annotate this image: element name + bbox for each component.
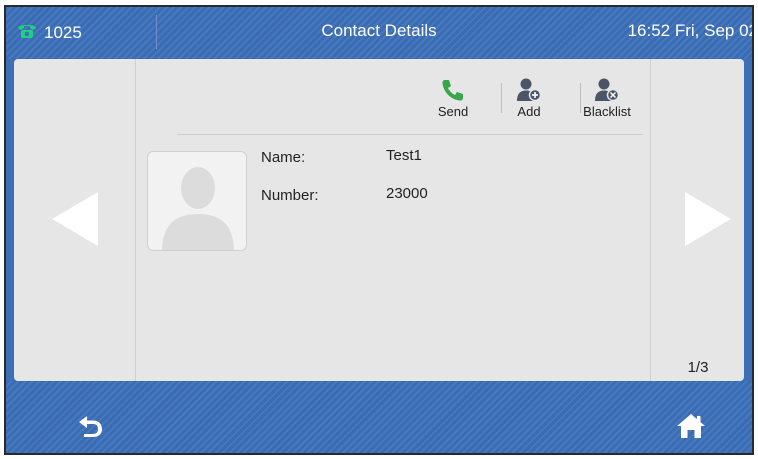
send-button[interactable]: Send xyxy=(421,77,485,119)
status-bar: 1025 Contact Details 16:52 Fri, Sep 02 xyxy=(6,7,752,59)
number-label: Number: xyxy=(261,187,319,204)
right-arrow-icon xyxy=(685,192,731,246)
page-indicator: 1/3 xyxy=(687,359,709,376)
add-label: Add xyxy=(517,104,541,119)
previous-contact-button[interactable] xyxy=(52,192,98,251)
previous-column xyxy=(14,59,136,381)
clock: 16:52 Fri, Sep 02 xyxy=(627,21,754,40)
blacklist-label: Blacklist xyxy=(583,104,631,119)
left-arrow-icon xyxy=(52,192,98,246)
phone-call-icon xyxy=(442,80,463,101)
contact-details-panel: Send Add Blacklist Name: Test1 Number: 2… xyxy=(14,59,744,381)
phone-screen: 1025 Contact Details 16:52 Fri, Sep 02 S… xyxy=(4,5,754,455)
toolbar: Send Add Blacklist xyxy=(137,59,649,131)
name-value: Test1 xyxy=(386,147,422,164)
add-contact-icon xyxy=(517,78,542,102)
home-icon xyxy=(677,414,705,438)
toolbar-divider xyxy=(177,134,643,135)
next-contact-button[interactable] xyxy=(685,192,731,251)
name-label: Name: xyxy=(261,149,306,166)
number-value: 23000 xyxy=(386,185,428,202)
contact-main: Send Add Blacklist Name: Test1 Number: 2… xyxy=(137,59,649,381)
blacklist-contact-icon xyxy=(595,78,620,102)
blacklist-button[interactable]: Blacklist xyxy=(575,77,639,119)
avatar xyxy=(147,151,247,251)
navigation-bar xyxy=(6,381,752,453)
back-icon xyxy=(79,416,102,437)
send-label: Send xyxy=(437,104,469,119)
back-button[interactable] xyxy=(78,415,104,442)
home-button[interactable] xyxy=(676,413,706,444)
add-button[interactable]: Add xyxy=(497,77,561,119)
contact-photo-placeholder-icon xyxy=(162,167,234,250)
next-column: 1/3 xyxy=(650,59,744,381)
